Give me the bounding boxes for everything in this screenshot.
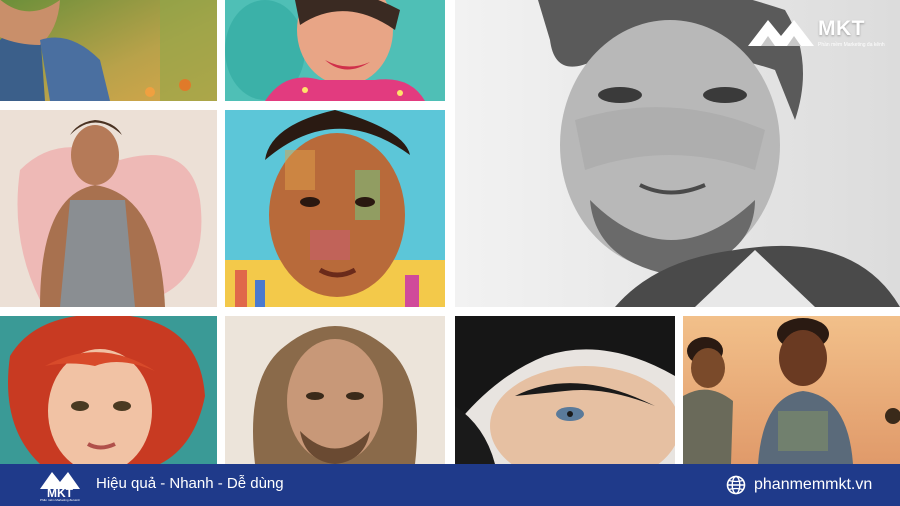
portrait-man-tank-top bbox=[0, 110, 217, 307]
brand-name: MKT bbox=[818, 17, 865, 40]
website-url[interactable]: phanmemmkt.vn bbox=[754, 476, 872, 494]
footer-brand-tagline: Phần mềm Marketing đa kênh bbox=[39, 498, 81, 502]
portrait-woman-close-up bbox=[455, 316, 675, 464]
portrait-smiling-girl bbox=[225, 0, 445, 101]
footer-slogan: Hiệu quả - Nhanh - Dễ dùng bbox=[96, 475, 284, 492]
footer-bar: MKT Phần mềm Marketing đa kênh Hiệu quả … bbox=[0, 464, 900, 506]
portrait-colorful-pixel-boy bbox=[225, 110, 445, 307]
brand-logo-top: MKT Phần mềm Marketing đa kênh bbox=[748, 14, 888, 54]
footer-logo: MKT Phần mềm Marketing đa kênh bbox=[38, 467, 82, 503]
mkt-mountain-icon bbox=[748, 20, 814, 46]
portrait-two-boys bbox=[683, 316, 900, 464]
globe-icon bbox=[726, 475, 746, 495]
portrait-long-hair-man bbox=[225, 316, 445, 464]
portrait-redhead-woman bbox=[0, 316, 217, 464]
portrait-woman-forest bbox=[0, 0, 217, 101]
website-link[interactable]: phanmemmkt.vn bbox=[726, 473, 872, 497]
brand-tagline: Phần mềm Marketing đa kênh bbox=[818, 42, 885, 48]
